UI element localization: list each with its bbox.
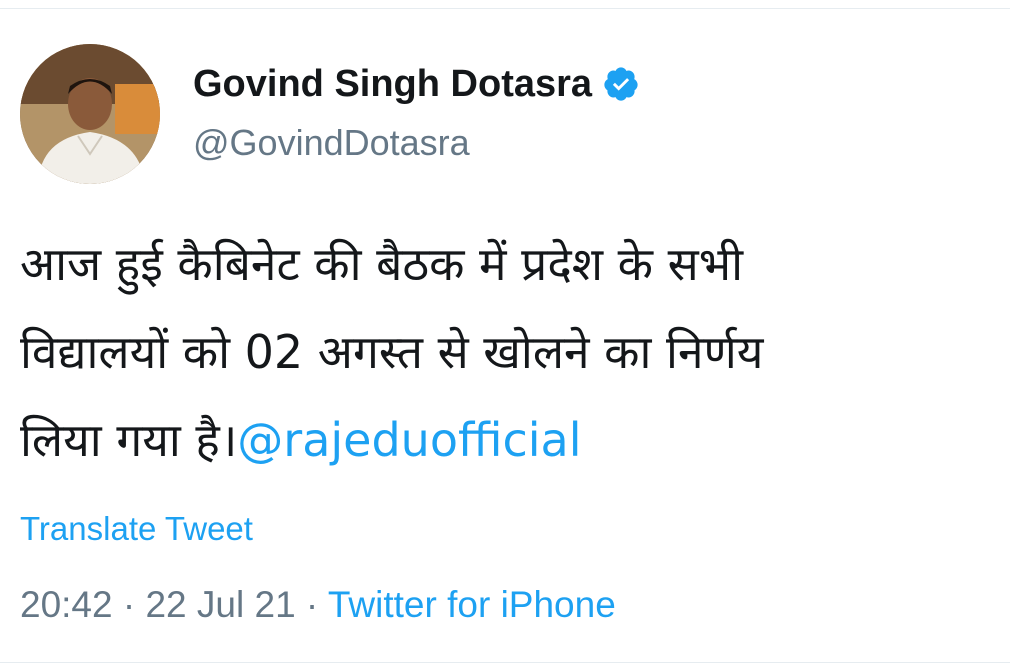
tweet-line-text: लिया गया है। [20, 413, 238, 467]
meta-separator: · [295, 584, 328, 625]
bottom-divider [0, 662, 1010, 663]
author-name-row[interactable]: Govind Singh Dotasra [193, 58, 640, 110]
avatar-photo [20, 44, 160, 184]
tweet-time: 20:42 [20, 584, 113, 625]
avatar[interactable] [20, 44, 160, 184]
translate-tweet-link[interactable]: Translate Tweet [20, 510, 253, 548]
author-display-name[interactable]: Govind Singh Dotasra [193, 63, 592, 106]
tweet-source-link[interactable]: Twitter for iPhone [328, 584, 616, 625]
tweet-text: आज हुई कैबिनेट की बैठक में प्रदेश के सभी… [20, 220, 980, 484]
verified-badge-icon [602, 65, 640, 103]
top-divider [0, 8, 1010, 9]
meta-separator: · [112, 584, 146, 625]
tweet-line-last: लिया गया है।@rajeduofficial [20, 396, 980, 484]
mention-link[interactable]: @rajeduofficial [237, 413, 581, 467]
tweet-meta: 20:42 · 22 Jul 21 · Twitter for iPhone [20, 584, 616, 626]
tweet-date: 22 Jul 21 [145, 584, 296, 625]
author-handle[interactable]: @GovindDotasra [193, 122, 470, 164]
tweet-line: विद्यालयों को 02 अगस्त से खोलने का निर्ण… [20, 325, 764, 379]
tweet-line: आज हुई कैबिनेट की बैठक में प्रदेश के सभी [20, 237, 743, 291]
